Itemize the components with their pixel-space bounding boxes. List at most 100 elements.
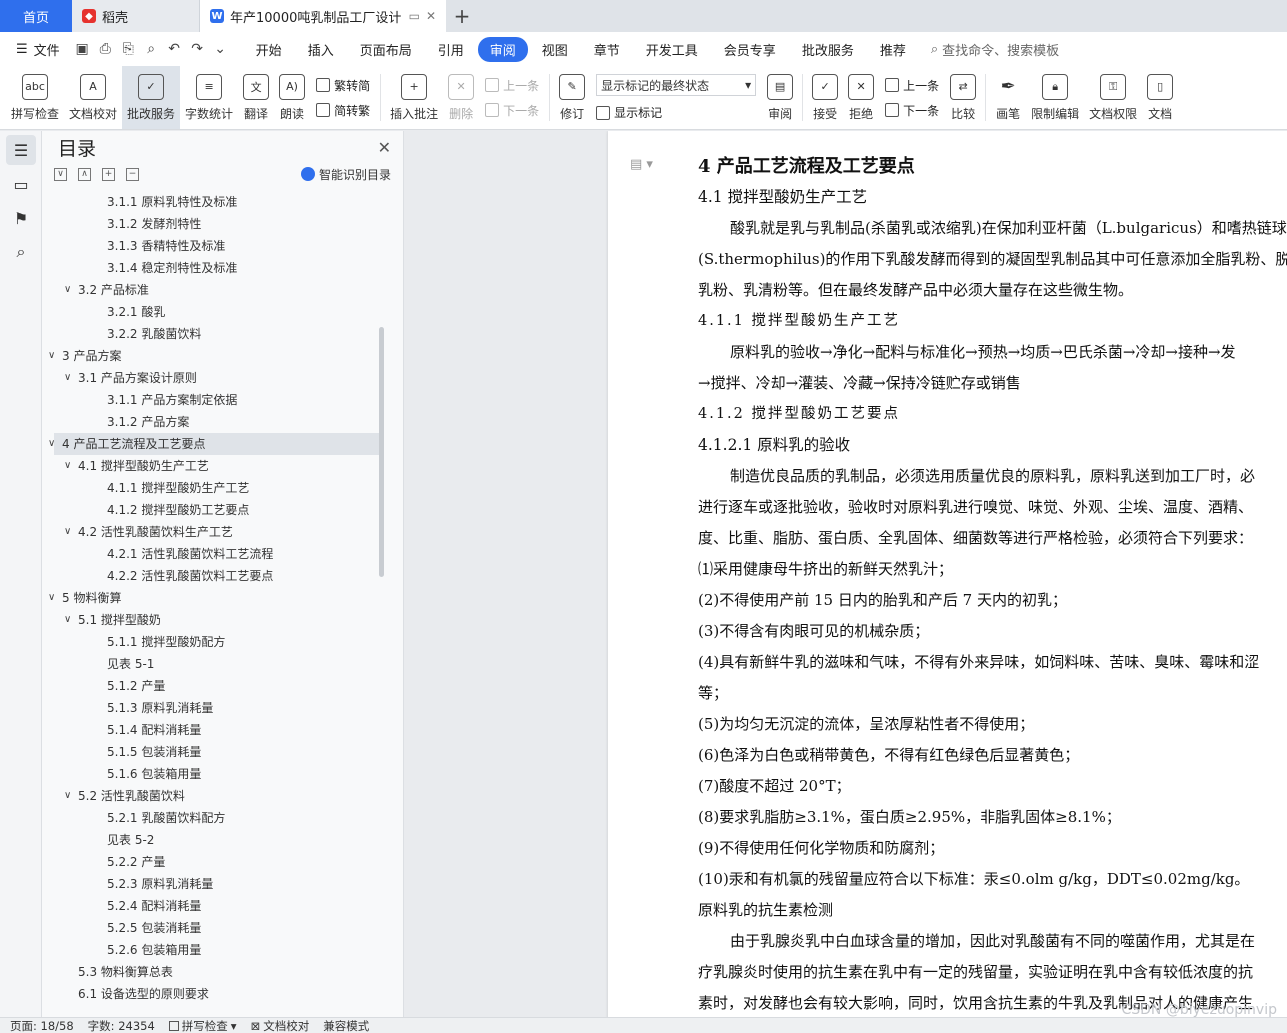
prev-comment-button[interactable]: 上一条: [485, 77, 539, 94]
toc-item[interactable]: 5.1.5 包装消耗量: [42, 741, 382, 763]
simp-to-trad-button[interactable]: 简转繁: [316, 102, 370, 119]
toc-item[interactable]: ∨ 5 物料衡算: [42, 587, 382, 609]
menu-item[interactable]: 推荐: [868, 37, 918, 62]
undo-icon[interactable]: ↶: [164, 41, 185, 57]
toc-item[interactable]: 见表 5-1: [42, 653, 382, 675]
menu-item[interactable]: 会员专享: [712, 37, 788, 62]
menu-item[interactable]: 批改服务: [790, 37, 866, 62]
smart-toc-button[interactable]: 智能识别目录: [300, 166, 391, 183]
toc-item[interactable]: ∨ 3.1 产品方案设计原则: [42, 367, 382, 389]
toc-item[interactable]: 5.2.4 配料消耗量: [42, 895, 382, 917]
toc-item[interactable]: 5.2.1 乳酸菌饮料配方: [42, 807, 382, 829]
word-count-button[interactable]: ≡ 字数统计: [180, 66, 238, 129]
toc-item[interactable]: 5.1.4 配料消耗量: [42, 719, 382, 741]
close-icon[interactable]: ✕: [378, 138, 391, 157]
toc-item[interactable]: 5.1.2 产量: [42, 675, 382, 697]
document-body[interactable]: 4 产品工艺流程及工艺要点 4.1 搅拌型酸奶生产工艺 酸乳就是乳与乳制品(杀菌乳或…: [698, 151, 1287, 1017]
tab-document[interactable]: W 年产10000吨乳制品工厂设计 ▭ ✕: [200, 0, 446, 32]
chevron-down-icon[interactable]: ∨: [64, 279, 71, 301]
bookmark-button[interactable]: ⚑: [6, 203, 36, 233]
export-pdf-icon[interactable]: ⎙: [95, 41, 116, 57]
add-level-icon[interactable]: +: [102, 167, 115, 181]
chevron-down-icon[interactable]: ∨: [64, 785, 71, 807]
tab-home[interactable]: 首页: [0, 0, 72, 32]
menu-item[interactable]: 审阅: [477, 36, 528, 62]
doc-proof-button[interactable]: A 文档校对: [64, 66, 122, 129]
delete-comment-button[interactable]: ✕ 删除: [443, 66, 479, 129]
doc-more-button[interactable]: ▯ 文档: [1142, 66, 1178, 129]
toc-item[interactable]: 5.1.6 包装箱用量: [42, 763, 382, 785]
doc-permission-button[interactable]: ⚿ 文档权限: [1084, 66, 1142, 129]
correction-service-button[interactable]: ✓ 批改服务: [122, 66, 181, 129]
toc-item[interactable]: ∨ 4 产品工艺流程及工艺要点: [48, 433, 382, 455]
toc-item[interactable]: ∨ 4.1 搅拌型酸奶生产工艺: [42, 455, 382, 477]
trad-to-simp-button[interactable]: 繁转简: [316, 77, 370, 94]
toc-item[interactable]: 5.3 物料衡算总表: [42, 961, 382, 983]
pen-button[interactable]: ✒ 画笔: [990, 66, 1026, 129]
document-page[interactable]: ▤ ▾ 4 产品工艺流程及工艺要点 4.1 搅拌型酸奶生产工艺 酸乳就是乳与乳制品(…: [608, 131, 1287, 1017]
chevron-down-icon[interactable]: ∨: [64, 521, 71, 543]
toc-item[interactable]: 3.1.1 产品方案制定依据: [42, 389, 382, 411]
toc-item[interactable]: ∨ 3.2 产品标准: [42, 279, 382, 301]
toc-item[interactable]: 5.2.6 包装箱用量: [42, 939, 382, 961]
menu-item[interactable]: 页面布局: [348, 37, 424, 62]
toc-scrollbar[interactable]: [379, 327, 384, 577]
restrict-edit-button[interactable]: 🔒︎ 限制编辑: [1026, 66, 1084, 129]
toc-panel-button[interactable]: ☰: [6, 135, 36, 165]
chevron-down-icon[interactable]: ∨: [48, 587, 55, 609]
toc-item[interactable]: 3.1.1 原料乳特性及标准: [42, 191, 382, 213]
menu-item[interactable]: 开发工具: [634, 37, 710, 62]
track-changes-button[interactable]: ✎ 修订: [554, 66, 590, 129]
prev-change-button[interactable]: 上一条: [885, 77, 939, 94]
word-count-indicator[interactable]: 字数: 24354: [88, 1018, 155, 1033]
more-chevron-icon[interactable]: ⌄: [210, 41, 231, 57]
chevron-down-icon[interactable]: ∨: [64, 367, 71, 389]
accept-button[interactable]: ✓ 接受: [807, 66, 843, 129]
save-icon[interactable]: ▣: [72, 41, 93, 57]
toc-item[interactable]: 3.2.1 酸乳: [42, 301, 382, 323]
toc-item[interactable]: ∨ 4.2 活性乳酸菌饮料生产工艺: [42, 521, 382, 543]
print-preview-icon[interactable]: ⌕: [141, 41, 162, 57]
menu-item[interactable]: 引用: [426, 37, 476, 62]
read-aloud-button[interactable]: A) 朗读: [274, 66, 310, 129]
collapse-all-icon[interactable]: ∨: [54, 167, 67, 181]
new-tab-button[interactable]: +: [446, 0, 478, 32]
tab-close-icon[interactable]: ✕: [426, 9, 436, 23]
menu-item[interactable]: 插入: [296, 37, 346, 62]
file-menu-button[interactable]: ☰ 文件: [8, 40, 68, 59]
toc-item[interactable]: 见表 5-2: [42, 829, 382, 851]
toc-item[interactable]: ∨ 5.2 活性乳酸菌饮料: [42, 785, 382, 807]
doc-proof-toggle[interactable]: ⊠ 文档校对: [251, 1018, 310, 1033]
compare-button[interactable]: ⇄ 比较: [945, 66, 981, 129]
toc-item[interactable]: 4.2.1 活性乳酸菌饮料工艺流程: [42, 543, 382, 565]
expand-up-icon[interactable]: ∧: [78, 167, 91, 181]
chevron-down-icon[interactable]: ∨: [48, 433, 55, 455]
print-icon[interactable]: ⎘: [118, 41, 139, 57]
toc-item[interactable]: 3.2.2 乳酸菌饮料: [42, 323, 382, 345]
find-button[interactable]: ⌕: [6, 237, 36, 267]
chevron-down-icon[interactable]: ∨: [64, 609, 71, 631]
toc-item[interactable]: 5.2.3 原料乳消耗量: [42, 873, 382, 895]
toc-item[interactable]: 5.1.1 搅拌型酸奶配方: [42, 631, 382, 653]
review-pane-button[interactable]: ▤ 审阅: [762, 66, 798, 129]
chapter-nav-button[interactable]: ▭: [6, 169, 36, 199]
toc-item[interactable]: 5.2.2 产量: [42, 851, 382, 873]
insert-comment-button[interactable]: + 插入批注: [385, 66, 443, 129]
toc-item[interactable]: 6.1 设备选型的原则要求: [42, 983, 382, 1005]
redo-icon[interactable]: ↷: [187, 41, 208, 57]
menu-item[interactable]: 开始: [244, 37, 294, 62]
toc-item[interactable]: 3.1.4 稳定剂特性及标准: [42, 257, 382, 279]
toc-item[interactable]: ∨ 3 产品方案: [42, 345, 382, 367]
reject-button[interactable]: ✕ 拒绝: [843, 66, 879, 129]
tab-daoke[interactable]: ◆ 稻壳: [72, 0, 200, 32]
show-markup-button[interactable]: 显示标记: [596, 104, 756, 121]
page-layout-icon[interactable]: ▤ ▾: [630, 157, 653, 172]
toc-item[interactable]: 4.1.2 搅拌型酸奶工艺要点: [42, 499, 382, 521]
tab-pin-icon[interactable]: ▭: [409, 9, 420, 23]
chevron-down-icon[interactable]: ∨: [48, 345, 55, 367]
markup-state-select[interactable]: 显示标记的最终状态 ▾: [596, 74, 757, 96]
spell-check-button[interactable]: abc 拼写检查: [6, 66, 64, 129]
toc-item[interactable]: 5.2.5 包装消耗量: [42, 917, 382, 939]
toc-item[interactable]: ∨ 5.1 搅拌型酸奶: [42, 609, 382, 631]
toc-item[interactable]: 5.1.3 原料乳消耗量: [42, 697, 382, 719]
